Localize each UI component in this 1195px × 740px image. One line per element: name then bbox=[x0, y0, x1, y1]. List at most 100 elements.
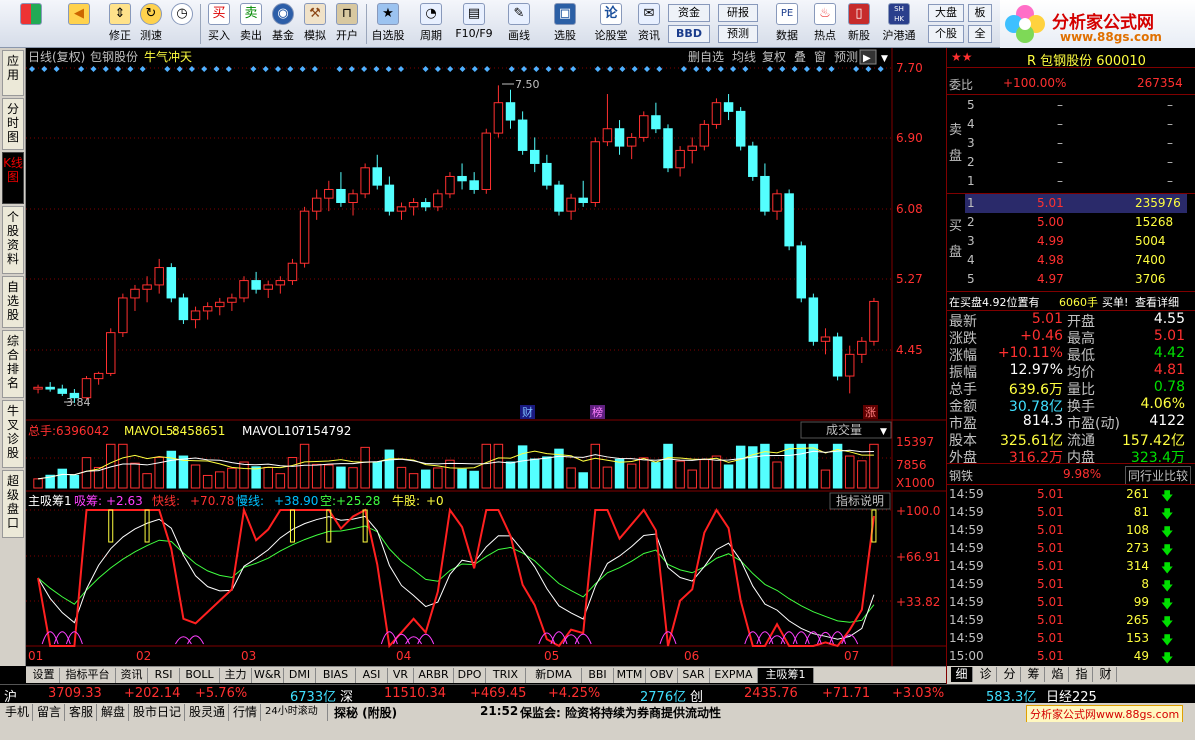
sell-level-row[interactable]: 4 – – bbox=[947, 115, 1187, 134]
toolbar-sell-button[interactable]: 卖卖出 bbox=[234, 2, 268, 46]
quote-tab[interactable]: 诊 bbox=[975, 667, 997, 682]
toolbar-buy-button[interactable]: 买买入 bbox=[202, 2, 236, 46]
adjust-button[interactable]: 复权 bbox=[762, 50, 786, 64]
indicator-tab[interactable]: ARBR bbox=[414, 668, 454, 683]
chevron-down-icon[interactable]: ▼ bbox=[881, 54, 888, 64]
indicator-tab[interactable]: TRIX bbox=[486, 668, 526, 683]
toolbar-screen-button[interactable]: ▣ 选股 bbox=[548, 2, 582, 46]
toolbar-f10-button[interactable]: ▤ F10/F9 bbox=[454, 2, 494, 46]
indicator-tab[interactable]: 主力 bbox=[220, 668, 252, 683]
status-button[interactable]: 留言 bbox=[34, 704, 66, 721]
toolbar-home-button[interactable] bbox=[14, 2, 48, 46]
toolbar-forum-button[interactable]: 论论股堂 bbox=[592, 2, 630, 46]
indicator-tab[interactable]: 资讯 bbox=[116, 668, 148, 683]
indicator-tab[interactable]: DMI bbox=[284, 668, 316, 683]
toolbar-bbd-button[interactable]: BBD bbox=[668, 25, 710, 43]
queue-detail-link[interactable]: 查看详细 bbox=[1135, 294, 1179, 310]
status-button[interactable]: 行情 bbox=[230, 704, 262, 721]
indicator-tab[interactable]: 主吸筹1 bbox=[758, 668, 814, 683]
tab-ranking[interactable]: 综合排名 bbox=[2, 330, 24, 398]
toolbar-data-button[interactable]: PE 数据 bbox=[768, 2, 806, 46]
indicator-tab[interactable]: 设置 bbox=[28, 668, 60, 683]
tab-stock-info[interactable]: 个股资料 bbox=[2, 206, 24, 274]
quote-tab[interactable]: 焰 bbox=[1047, 667, 1069, 682]
industry-compare-button[interactable]: 同行业比较 bbox=[1125, 466, 1192, 485]
order-queue-row[interactable]: 在买盘4.92位置有 6060手 买单! 查看详细 bbox=[947, 292, 1195, 311]
status-button[interactable]: 24小时滚动 bbox=[262, 704, 328, 721]
kline-chart[interactable]: 日线(复权) 包钢股份 牛气冲天 删自选 均线 复权 叠 窗 预测 ▶ ▼ 7.… bbox=[26, 48, 946, 666]
toolbar-fix-button[interactable]: ⇕ 修正 bbox=[102, 2, 138, 46]
indicator-tab[interactable]: 新DMA bbox=[526, 668, 582, 683]
indicator-tab[interactable]: OBV bbox=[646, 668, 678, 683]
toolbar-capital-button[interactable]: 资金 bbox=[668, 4, 710, 22]
toolbar-news-button[interactable]: ✉ 资讯 bbox=[632, 2, 666, 46]
toolbar-back-button[interactable]: ◀ bbox=[62, 2, 96, 46]
sell-level-row[interactable]: 2 – – bbox=[947, 153, 1187, 172]
indicator-tab[interactable]: BBI bbox=[582, 668, 614, 683]
status-button[interactable]: 客服 bbox=[66, 704, 98, 721]
indicator-tab[interactable]: VR bbox=[388, 668, 414, 683]
tab-watchlist[interactable]: 自选股 bbox=[2, 276, 24, 328]
low-price-marker: 3.84 bbox=[66, 396, 91, 409]
news-headline[interactable]: 保监会: 险资将持续为券商提供流动性 bbox=[520, 704, 721, 721]
toolbar-hkconnect-button[interactable]: SH HK 沪港通 bbox=[878, 2, 920, 46]
indicator-tab[interactable]: MTM bbox=[614, 668, 646, 683]
buy-level-row[interactable]: 3 4.99 5004 bbox=[947, 232, 1187, 251]
toolbar-favorites-button[interactable]: ★ 自选股 bbox=[368, 2, 408, 46]
toolbar-research-button[interactable]: 研报 bbox=[718, 4, 758, 22]
sell-level-row[interactable]: 5 – – bbox=[947, 96, 1187, 115]
tab-kline[interactable]: K线图 bbox=[2, 152, 24, 204]
indicator-tab[interactable]: W&R bbox=[252, 668, 284, 683]
indicator-tab[interactable]: EXPMA bbox=[710, 668, 758, 683]
indicator-tab[interactable]: SAR bbox=[678, 668, 710, 683]
toolbar-test-button[interactable]: ◷ bbox=[165, 2, 199, 46]
toolbar-speed-button[interactable]: ↻ 测速 bbox=[134, 2, 168, 46]
ma-button[interactable]: 均线 bbox=[732, 50, 756, 64]
quote-tab[interactable]: 筹 bbox=[1023, 667, 1045, 682]
tab-timeshare[interactable]: 分时图 bbox=[2, 98, 24, 150]
quote-tab[interactable]: 分 bbox=[999, 667, 1021, 682]
indicator-tab[interactable]: BOLL bbox=[180, 668, 220, 683]
toolbar-simulate-button[interactable]: ⚒ 模拟 bbox=[298, 2, 332, 46]
tab-diagnosis[interactable]: 牛叉诊股 bbox=[2, 400, 24, 468]
toolbar-all-button[interactable]: 全 bbox=[968, 25, 992, 43]
toolbar-sector-button[interactable]: 板 bbox=[968, 4, 992, 22]
news-tag[interactable]: 探秘 (附股) bbox=[334, 704, 397, 721]
sell-level-row[interactable]: 3 – – bbox=[947, 134, 1187, 153]
toolbar-account-button[interactable]: ⊓ 开户 bbox=[330, 2, 364, 46]
buy-level-row[interactable]: 2 5.00 15268 bbox=[947, 213, 1187, 232]
window-button[interactable]: 窗 bbox=[814, 50, 826, 64]
indicator-tab[interactable]: ASI bbox=[356, 668, 388, 683]
remove-favorite-button[interactable]: 删自选 bbox=[688, 50, 724, 64]
status-button[interactable]: 股市日记 bbox=[130, 704, 186, 721]
toolbar-forecast-button[interactable]: 预测 bbox=[718, 25, 758, 43]
candle-body bbox=[190, 310, 201, 321]
overlay-button[interactable]: 叠 bbox=[794, 50, 806, 64]
tab-super-orderbook[interactable]: 超级盘口 bbox=[2, 470, 24, 538]
buy-level-row[interactable]: 1 5.01 235976 bbox=[965, 194, 1187, 213]
buy-level-row[interactable]: 4 4.98 7400 bbox=[947, 251, 1187, 270]
indicator-tab[interactable]: RSI bbox=[148, 668, 180, 683]
indicator-tab[interactable]: DPO bbox=[454, 668, 486, 683]
status-button[interactable]: 股灵通 bbox=[186, 704, 230, 721]
buy-level-row[interactable]: 5 4.97 3706 bbox=[947, 270, 1187, 289]
candle-body bbox=[796, 245, 806, 299]
quote-tab[interactable]: 指 bbox=[1071, 667, 1093, 682]
star-icon[interactable]: ★★ bbox=[951, 50, 973, 64]
indicator-tab[interactable]: BIAS bbox=[316, 668, 356, 683]
toolbar-period-button[interactable]: ◔ 周期 bbox=[414, 2, 448, 46]
toolbar-newstock-button[interactable]: ▯ 新股 bbox=[842, 2, 876, 46]
toolbar-stock-button[interactable]: 个股 bbox=[928, 25, 964, 43]
toolbar-fund-button[interactable]: ◉ 基金 bbox=[266, 2, 300, 46]
toolbar-hotspot-button[interactable]: ♨ 热点 bbox=[808, 2, 842, 46]
quote-tab[interactable]: 细 bbox=[951, 667, 973, 682]
tab-apps[interactable]: 应用 bbox=[2, 50, 24, 96]
toolbar-draw-button[interactable]: ✎ 画线 bbox=[502, 2, 536, 46]
status-button[interactable]: 解盘 bbox=[98, 704, 130, 721]
quote-tab[interactable]: 财 bbox=[1095, 667, 1117, 682]
sell-level-row[interactable]: 1 – – bbox=[947, 172, 1187, 191]
toolbar-market-button[interactable]: 大盘 bbox=[928, 4, 964, 22]
indicator-tab[interactable]: 指标平台 bbox=[60, 668, 116, 683]
status-button[interactable]: 手机 bbox=[2, 704, 34, 721]
forecast-button[interactable]: 预测 bbox=[834, 50, 858, 64]
